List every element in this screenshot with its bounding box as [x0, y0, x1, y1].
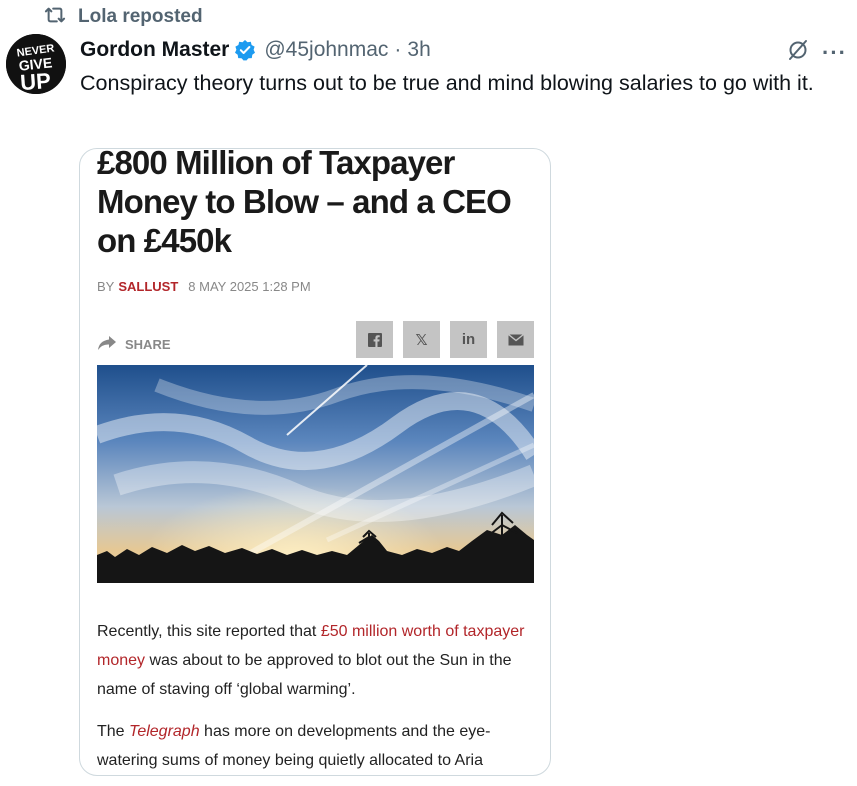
share-label: SHARE: [125, 337, 171, 352]
repost-label: Lola reposted: [78, 6, 203, 27]
social-share-buttons: 𝕏 in: [356, 321, 534, 358]
article-screenshot-card[interactable]: £800 Million of Taxpayer Money to Blow –…: [79, 148, 551, 776]
article-paragraph-2: The Telegraph has more on developments a…: [97, 717, 537, 775]
tweet-time[interactable]: 3h: [407, 38, 430, 62]
byline-by: BY: [97, 279, 115, 294]
para2-italic: Telegraph: [129, 723, 200, 740]
author-name[interactable]: Gordon Master: [80, 38, 229, 62]
tweet-actions-top: ···: [786, 38, 847, 67]
avatar-text-up: UP: [19, 68, 51, 94]
share-arrow-icon: [97, 335, 117, 354]
share-link: SHARE: [97, 335, 171, 354]
tweet-text: Conspiracy theory turns out to be true a…: [80, 71, 814, 95]
article-headline: £800 Million of Taxpayer Money to Blow –…: [97, 148, 512, 259]
article-photo: [97, 365, 534, 583]
verified-badge-icon[interactable]: [234, 39, 256, 61]
more-options-button[interactable]: ···: [822, 41, 847, 64]
article-byline: BY SALLUST 8 MAY 2025 1:28 PM: [97, 279, 311, 294]
repost-icon: [44, 5, 66, 30]
article-paragraph-1: Recently, this site reported that £50 mi…: [97, 617, 537, 704]
tweet-header: Gordon Master @45johnmac · 3h: [80, 36, 431, 64]
facebook-icon: [356, 321, 393, 358]
x-icon: 𝕏: [403, 321, 440, 358]
author-handle[interactable]: @45johnmac: [264, 38, 388, 62]
grok-icon[interactable]: [786, 38, 810, 67]
email-icon: [497, 321, 534, 358]
linkedin-icon: in: [450, 321, 487, 358]
para2-prefix: The: [97, 723, 130, 740]
byline-author: SALLUST: [118, 279, 179, 294]
byline-date: 8 MAY 2025 1:28 PM: [188, 279, 311, 294]
para1-prefix: Recently, this site reported that: [97, 623, 321, 640]
separator-dot: ·: [394, 38, 402, 61]
repost-indicator[interactable]: Lola reposted: [44, 6, 203, 28]
para1-suffix: was about to be approved to blot out the…: [97, 652, 512, 698]
avatar[interactable]: NEVER GIVE UP: [6, 34, 66, 94]
